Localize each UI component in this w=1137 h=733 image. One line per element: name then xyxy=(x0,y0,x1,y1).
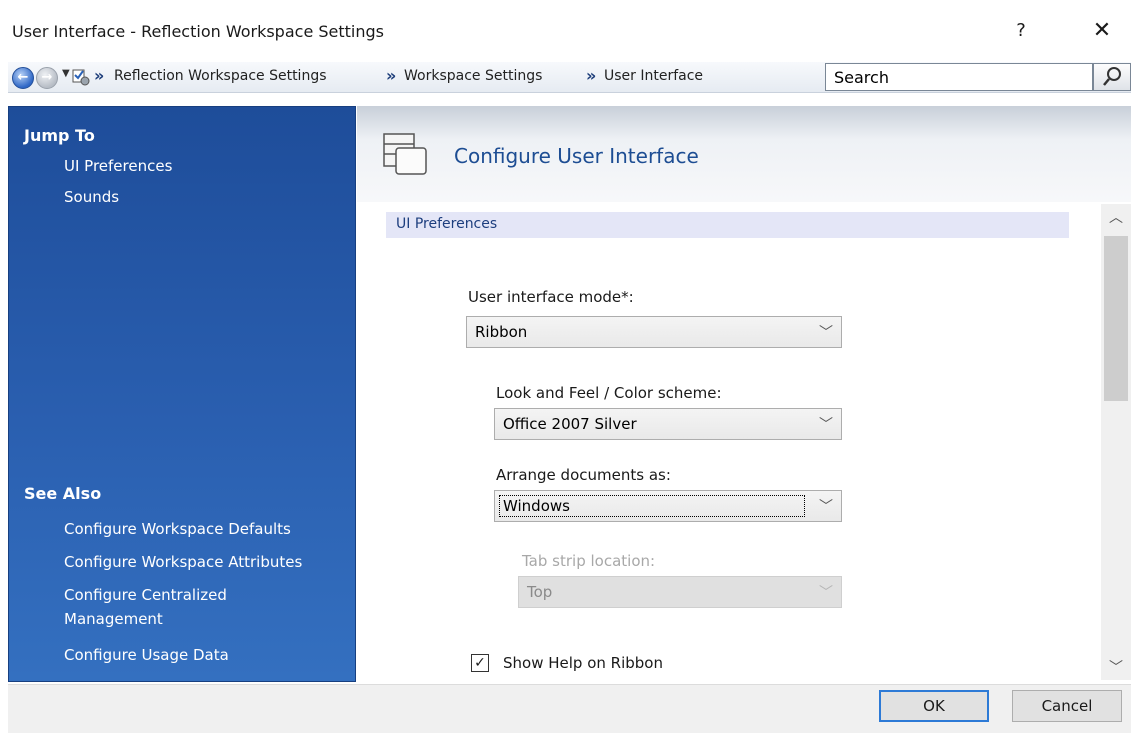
breadcrumb-workspace-settings[interactable]: Workspace Settings xyxy=(404,68,542,84)
see-also-usage-data-link[interactable]: Configure Usage Data xyxy=(64,646,229,664)
page-title: Configure User Interface xyxy=(454,144,699,168)
magnifier-icon xyxy=(1103,67,1121,86)
chevron-down-icon: ﹀ xyxy=(819,585,833,601)
breadcrumb-separator: » xyxy=(586,66,597,85)
breadcrumb-separator: » xyxy=(94,66,105,85)
help-button[interactable]: ? xyxy=(1004,14,1038,48)
window-title: User Interface - Reflection Workspace Se… xyxy=(12,22,384,41)
forward-arrow-icon: → xyxy=(41,70,53,85)
search-placeholder: Search xyxy=(834,68,889,87)
workspace-settings-icon xyxy=(72,69,90,86)
chevron-down-icon: ﹀ xyxy=(819,325,833,341)
see-also-centralized-management-link-line2[interactable]: Management xyxy=(64,610,163,628)
scroll-thumb[interactable] xyxy=(1104,236,1128,401)
history-dropdown-icon[interactable]: ▼ xyxy=(62,68,70,79)
close-button[interactable]: ✕ xyxy=(1085,14,1119,48)
jump-to-heading: Jump To xyxy=(24,126,95,145)
ok-button[interactable]: OK xyxy=(879,690,989,722)
back-button[interactable]: ← xyxy=(12,67,34,89)
arrange-documents-value: Windows xyxy=(503,497,570,515)
see-also-workspace-defaults-link[interactable]: Configure Workspace Defaults xyxy=(64,520,291,538)
tab-strip-location-value: Top xyxy=(527,583,553,601)
ui-mode-select[interactable]: Ribbon ﹀ xyxy=(466,316,842,348)
color-scheme-select[interactable]: Office 2007 Silver ﹀ xyxy=(494,408,842,440)
see-also-workspace-attributes-link[interactable]: Configure Workspace Attributes xyxy=(64,553,302,571)
arrange-documents-label: Arrange documents as: xyxy=(496,466,671,484)
section-title: UI Preferences xyxy=(396,216,498,232)
see-also-centralized-management-link[interactable]: Configure Centralized xyxy=(64,586,227,604)
jump-ui-preferences-link[interactable]: UI Preferences xyxy=(64,157,172,175)
scroll-down-icon[interactable]: ﹀ xyxy=(1101,654,1131,682)
see-also-heading: See Also xyxy=(24,484,102,503)
forward-button[interactable]: → xyxy=(36,67,58,89)
chevron-down-icon: ﹀ xyxy=(819,417,833,433)
search-input[interactable]: Search xyxy=(825,63,1093,91)
configure-ui-icon xyxy=(383,133,427,175)
scroll-up-icon[interactable]: ︿ xyxy=(1101,204,1131,232)
back-arrow-icon: ← xyxy=(17,70,29,85)
breadcrumb-user-interface[interactable]: User Interface xyxy=(604,68,703,84)
search-button[interactable] xyxy=(1093,63,1131,91)
cancel-button[interactable]: Cancel xyxy=(1012,690,1122,722)
ui-mode-value: Ribbon xyxy=(475,323,528,341)
jump-sounds-link[interactable]: Sounds xyxy=(64,188,119,206)
color-scheme-label: Look and Feel / Color scheme: xyxy=(496,384,722,402)
tab-strip-location-label: Tab strip location: xyxy=(522,552,656,570)
ui-mode-label: User interface mode*: xyxy=(468,288,634,306)
color-scheme-value: Office 2007 Silver xyxy=(503,415,637,433)
arrange-documents-select[interactable]: Windows ﹀ xyxy=(494,490,842,522)
chevron-down-icon: ﹀ xyxy=(819,499,833,515)
show-help-checkbox[interactable]: ✓ xyxy=(471,654,489,672)
breadcrumb-separator: » xyxy=(386,66,397,85)
tab-strip-location-select: Top ﹀ xyxy=(518,576,842,608)
show-help-label: Show Help on Ribbon xyxy=(503,654,663,672)
breadcrumb-workspace-settings-root[interactable]: Reflection Workspace Settings xyxy=(114,68,327,84)
